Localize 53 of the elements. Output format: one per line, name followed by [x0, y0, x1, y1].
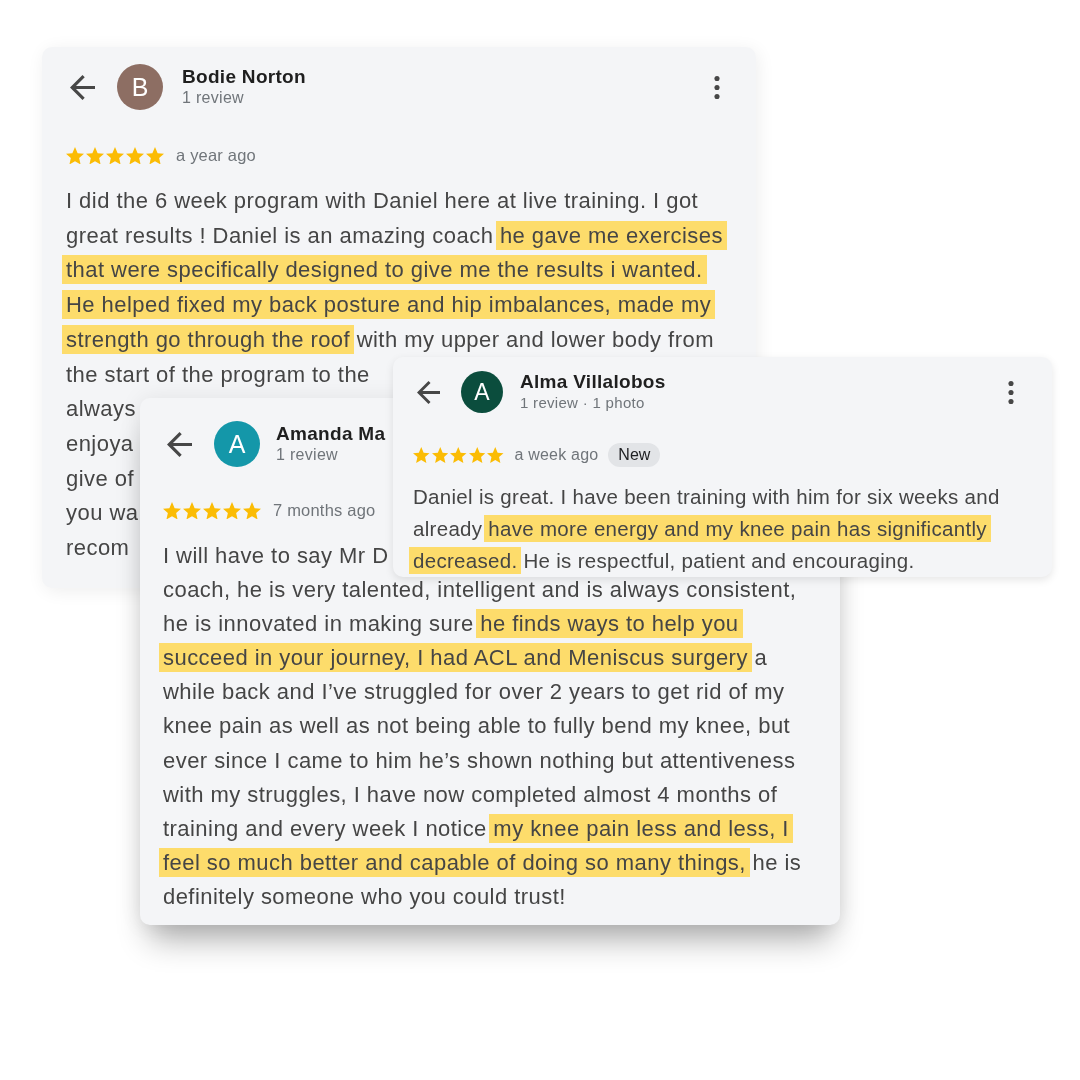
avatar: A: [214, 421, 260, 467]
star-icon: [487, 447, 504, 463]
review-text-line: while back and I’ve struggled for over 2 years to get rid of my: [162, 678, 786, 707]
review-text-line: always: [65, 395, 137, 424]
review-text-line: decreased. He is respectful, patient and encouraging.: [409, 545, 919, 577]
review-date: a week ago: [514, 446, 599, 464]
star-icon: [203, 501, 221, 520]
review-text-line: great results ! Daniel is an amazing coach he gave me exercises: [62, 218, 727, 254]
review-count: 1 review: [276, 445, 339, 465]
review-text-line: I did the 6 week program with Daniel here at live training. I got: [65, 187, 700, 215]
review-text-line: you wa: [65, 499, 140, 528]
review-date: a year ago: [176, 146, 256, 165]
star-icon: [66, 146, 84, 165]
review-date: 7 months ago: [273, 501, 376, 520]
star-icon: [163, 501, 181, 520]
reviewer-name: Bodie Norton: [182, 66, 306, 88]
review-text-line: with my struggles, I have now completed almost 4 months of: [162, 780, 779, 809]
star-icon: [106, 146, 124, 165]
review-text-line: give of: [65, 464, 135, 493]
star-icon: [468, 447, 485, 463]
star-icon: [223, 501, 241, 520]
review-count: 1 review · 1 photo: [520, 393, 646, 413]
avatar: A: [461, 371, 503, 413]
review-text-line: he is innovated in making sure he finds ways to help you: [159, 607, 743, 642]
star-icon: [450, 447, 467, 463]
back-arrow-icon[interactable]: [417, 380, 440, 404]
back-arrow-icon[interactable]: [70, 74, 95, 100]
more-options-icon[interactable]: [1008, 380, 1014, 404]
review-text-line: coach, he is very talented, intelligent and is always consistent,: [162, 576, 798, 605]
review-text-line: recom: [65, 534, 131, 563]
review-text-line: ever since I came to him he’s shown nothing but attentiveness: [162, 746, 797, 775]
star-icon: [183, 501, 201, 520]
reviewer-name: Alma Villalobos: [520, 371, 666, 393]
back-arrow-icon[interactable]: [167, 431, 192, 457]
avatar: B: [117, 64, 163, 110]
more-options-icon[interactable]: [714, 75, 720, 99]
star-icon: [413, 447, 430, 463]
review-text-line: Daniel is great. I have been training with him for six weeks and: [412, 484, 1001, 510]
star-icon: [243, 501, 261, 520]
review-text-line: the start of the program to the: [65, 360, 371, 389]
star-icon: [146, 146, 164, 165]
review-text-line: training and every week I notice my knee pain less and less, I: [159, 811, 793, 846]
star-icon: [431, 447, 448, 463]
review-text-line: definitely someone who you could trust!: [162, 882, 567, 911]
review-text-line: enjoya: [65, 429, 135, 458]
reviewer-name: Amanda Ma: [276, 423, 386, 445]
review-count: 1 review: [182, 88, 245, 108]
review-text-line: I will have to say Mr D: [162, 542, 390, 570]
new-badge: New: [608, 443, 661, 467]
star-icon: [86, 146, 104, 165]
star-icon: [126, 146, 144, 165]
review-text-line: knee pain as well as not being able to fully bend my knee, but: [162, 712, 792, 741]
review-text-line: strength go through the roof with my upper and lower body from: [62, 322, 718, 358]
